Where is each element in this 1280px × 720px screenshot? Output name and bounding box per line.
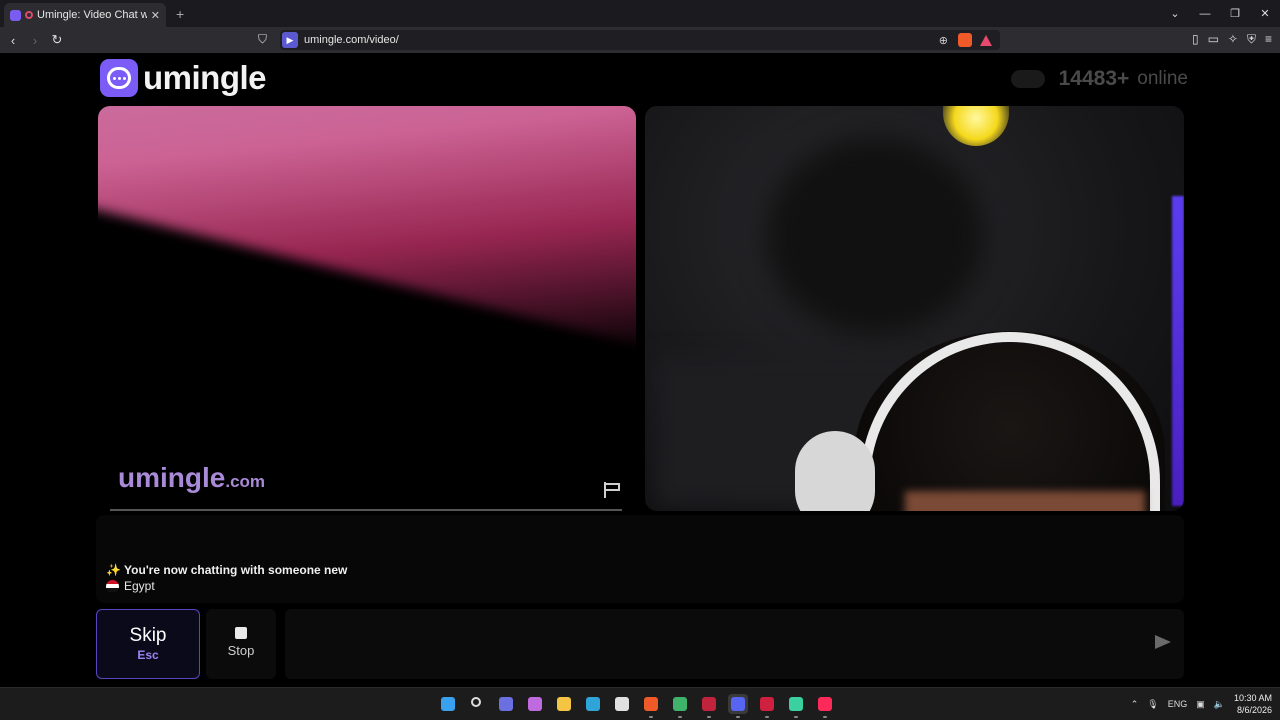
- network-icon[interactable]: ▣: [1196, 699, 1205, 710]
- store-icon[interactable]: [612, 694, 632, 714]
- recording-indicator-icon: [25, 11, 33, 19]
- search-icon[interactable]: [467, 694, 487, 714]
- send-icon[interactable]: [1155, 635, 1171, 649]
- teams-icon[interactable]: [496, 694, 516, 714]
- tab-title: Umingle: Video Chat with Str: [37, 9, 147, 21]
- browser-tab[interactable]: Umingle: Video Chat with Str ✕: [4, 3, 166, 27]
- url-field[interactable]: ▶ umingle.com/video/ ⊕: [280, 30, 1000, 50]
- brave-rewards-icon[interactable]: [980, 34, 992, 46]
- url-text: umingle.com/video/: [304, 34, 399, 46]
- clock[interactable]: 10:30 AM 8/6/2026: [1234, 692, 1272, 716]
- brave-shields-icon[interactable]: [958, 33, 972, 47]
- app-green-icon[interactable]: [670, 694, 690, 718]
- microphone-icon[interactable]: 🎙: [1147, 699, 1158, 710]
- stop-icon: [235, 627, 247, 639]
- address-bar: ‹ › ↻ ⛉ ▶ umingle.com/video/ ⊕ ▯ ▭ ✧ ⛨ ≡: [0, 27, 1280, 53]
- app-crimson-icon[interactable]: [757, 694, 777, 718]
- message-input[interactable]: [285, 609, 1184, 679]
- tab-list-icon[interactable]: ⌄: [1160, 7, 1190, 20]
- skip-label: Skip: [129, 625, 167, 646]
- system-tray: ⌃ 🎙 ENG ▣ 🔈 10:30 AM 8/6/2026: [1131, 692, 1272, 716]
- browser-toolbar-right: ▯ ▭ ✧ ⛨ ≡: [1192, 32, 1272, 47]
- app-teal-icon[interactable]: [786, 694, 806, 718]
- back-icon[interactable]: ‹: [2, 33, 24, 48]
- chat-controls: Skip Esc Stop: [0, 53, 1280, 687]
- site-favicon-icon: [10, 9, 21, 21]
- reload-icon[interactable]: ↻: [46, 32, 68, 48]
- close-tab-icon[interactable]: ✕: [151, 9, 160, 22]
- menu-icon[interactable]: ≡: [1265, 32, 1272, 47]
- skip-shortcut: Esc: [137, 648, 159, 662]
- language-indicator[interactable]: ENG: [1168, 699, 1188, 709]
- bookmark-icon[interactable]: ⛉: [258, 32, 267, 47]
- site-camera-icon: ▶: [282, 32, 298, 48]
- new-tab-button[interactable]: +: [176, 6, 184, 22]
- edge-icon[interactable]: [583, 694, 603, 714]
- browser-tab-bar: Umingle: Video Chat with Str ✕ + ⌄ — ❐ ✕: [0, 0, 1280, 27]
- sidebar-icon[interactable]: ▯: [1192, 32, 1199, 47]
- maximize-button[interactable]: ❐: [1220, 7, 1250, 20]
- discord-icon[interactable]: [728, 694, 748, 718]
- start-icon[interactable]: [438, 694, 458, 714]
- vpn-icon[interactable]: ⛨: [1247, 32, 1256, 47]
- taskbar-apps: [438, 694, 835, 718]
- stop-button[interactable]: Stop: [206, 609, 276, 679]
- leo-ai-icon[interactable]: ✧: [1228, 32, 1238, 47]
- window-controls: ⌄ — ❐ ✕: [1160, 0, 1280, 27]
- copilot-icon[interactable]: [525, 694, 545, 714]
- taskbar: ⌃ 🎙 ENG ▣ 🔈 10:30 AM 8/6/2026: [0, 687, 1280, 720]
- stop-label: Stop: [227, 643, 255, 658]
- forward-icon[interactable]: ›: [24, 33, 46, 48]
- file-explorer-icon[interactable]: [554, 694, 574, 714]
- clock-time: 10:30 AM: [1233, 693, 1272, 703]
- close-window-button[interactable]: ✕: [1250, 7, 1280, 20]
- volume-icon[interactable]: 🔈: [1214, 699, 1225, 710]
- wallet-icon[interactable]: ▭: [1208, 32, 1219, 47]
- brave-icon[interactable]: [641, 694, 661, 718]
- minimize-button[interactable]: —: [1190, 8, 1220, 20]
- zoom-icon[interactable]: ⊕: [939, 34, 948, 47]
- skip-button[interactable]: Skip Esc: [96, 609, 200, 679]
- tray-overflow-icon[interactable]: ⌃: [1131, 699, 1139, 710]
- app-red-icon[interactable]: [699, 694, 719, 718]
- tiktok-icon[interactable]: [815, 694, 835, 718]
- clock-date: 8/6/2026: [1236, 705, 1272, 715]
